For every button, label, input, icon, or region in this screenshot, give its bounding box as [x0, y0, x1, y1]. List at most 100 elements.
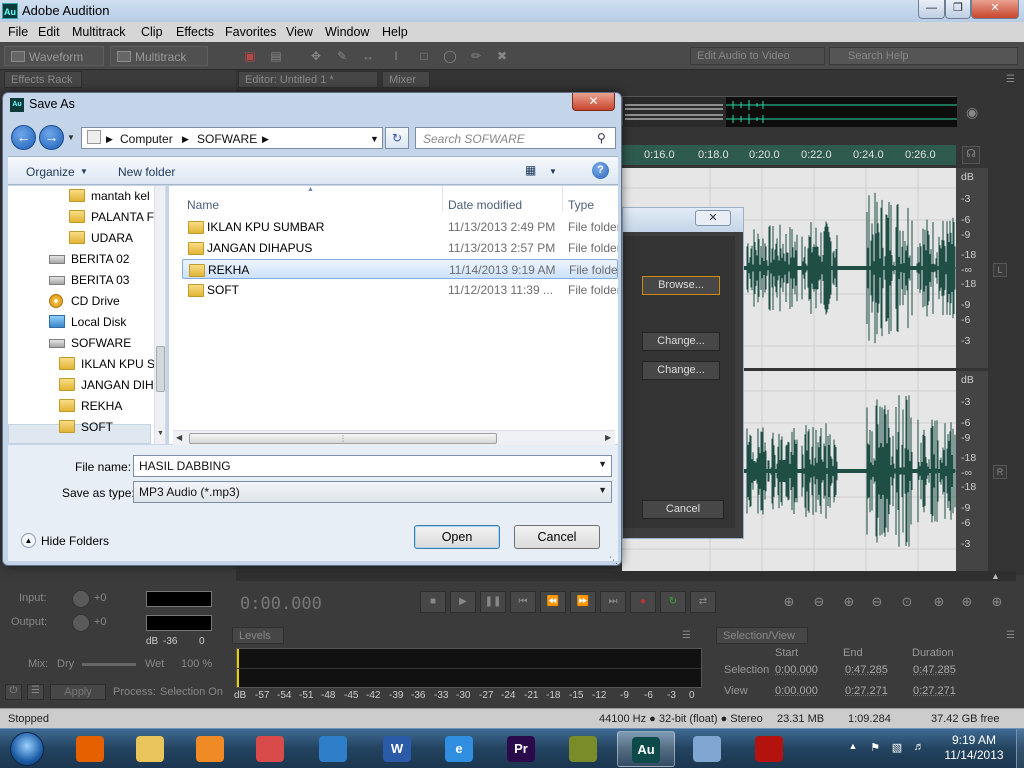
taskbar-app-button[interactable] [555, 731, 613, 767]
taskbar-app-button[interactable]: W [369, 731, 427, 767]
taskbar-app-button[interactable] [182, 731, 240, 767]
view-options-icon[interactable]: ▦ [525, 163, 536, 177]
zoom-in-point-icon[interactable]: ⊕ [928, 594, 950, 612]
zoom-selection-out-icon[interactable]: ⊕ [986, 594, 1008, 612]
menu-window[interactable]: Window [325, 25, 369, 39]
fast-forward-button[interactable]: ⏩ [570, 591, 596, 613]
background-dialog-close-icon[interactable]: ✕ [695, 210, 731, 226]
levels-tab[interactable]: Levels [232, 627, 284, 644]
selection-menu-icon[interactable]: ☰ [1006, 630, 1015, 641]
forward-button[interactable]: → [39, 125, 64, 150]
zoom-navigator-icon[interactable]: ◉ [966, 104, 978, 121]
file-row-soft[interactable]: SOFT 11/12/2013 11:39 ... File folder [182, 280, 618, 300]
overview-waveform[interactable] [622, 96, 957, 127]
menu-multitrack[interactable]: Multitrack [72, 25, 125, 39]
scroll-left-icon[interactable]: ◀ [176, 433, 182, 442]
loop-button[interactable]: ↻ [660, 591, 686, 613]
taskbar-app-button[interactable] [242, 731, 300, 767]
slip-tool-icon[interactable]: ↔ [360, 49, 376, 63]
taskbar-app-button[interactable] [741, 731, 799, 767]
multitrack-view-button[interactable]: Multitrack [110, 46, 208, 66]
taskbar-app-button[interactable]: e [431, 731, 489, 767]
nav-scroll-thumb[interactable] [156, 346, 165, 392]
back-button[interactable]: ← [11, 125, 36, 150]
file-row-rekha[interactable]: REKHA 11/14/2013 9:19 AM File folder [182, 259, 618, 279]
left-channel-toggle[interactable]: L [993, 263, 1007, 277]
taskbar-app-button[interactable] [679, 731, 737, 767]
power-icon[interactable]: ⏻ [5, 684, 22, 700]
change-button-2[interactable]: Change... [642, 361, 720, 380]
resize-grip-icon[interactable]: ⋱ [609, 555, 618, 566]
column-header-type[interactable]: Type [563, 186, 618, 212]
new-folder-button[interactable]: New folder [118, 165, 175, 179]
process-select[interactable]: Selection On [160, 686, 226, 698]
show-desktop-button[interactable] [1016, 729, 1024, 768]
save-as-type-dropdown-icon[interactable]: ▼ [598, 485, 607, 495]
marquee-tool-icon[interactable]: □ [416, 49, 432, 63]
go-to-end-button[interactable]: ⏭ [600, 591, 626, 613]
file-row-jangan[interactable]: JANGAN DIHAPUS 11/13/2013 2:57 PM File f… [182, 238, 618, 258]
zoom-out-time-icon[interactable]: ⊖ [866, 594, 888, 612]
razor-tool-icon[interactable]: ✎ [334, 49, 350, 63]
view-end[interactable]: 0:27.271 [845, 685, 888, 697]
taskbar-clock[interactable]: 9:19 AM 11/14/2013 [935, 733, 1013, 763]
record-spectral-icon[interactable]: ▣ [242, 49, 258, 63]
action-center-flag-icon[interactable]: ⚑ [868, 741, 882, 755]
zoom-out-full-icon[interactable]: ⊙ [896, 594, 918, 612]
change-button-1[interactable]: Change... [642, 332, 720, 351]
rack-list-icon[interactable]: ☰ [27, 684, 44, 700]
maximize-button[interactable]: ❐ [945, 0, 971, 19]
menu-view[interactable]: View [286, 25, 313, 39]
search-help-input[interactable]: Search Help [829, 47, 1018, 65]
scroll-up-icon[interactable]: ▲ [991, 571, 1000, 581]
open-button[interactable]: Open [414, 525, 500, 549]
selection-view-tab[interactable]: Selection/View [716, 627, 808, 644]
menu-file[interactable]: File [8, 25, 28, 39]
menu-effects[interactable]: Effects [176, 25, 214, 39]
record-button[interactable]: ● [630, 591, 656, 613]
minimize-button[interactable]: — [918, 0, 945, 19]
organize-button[interactable]: Organize [26, 165, 75, 179]
breadcrumb-computer[interactable]: Computer [120, 132, 173, 146]
network-icon[interactable]: ▧ [890, 741, 904, 755]
start-button[interactable] [4, 731, 50, 767]
file-name-input[interactable]: HASIL DABBING ▼ [133, 455, 612, 477]
waveform-view-button[interactable]: Waveform [4, 46, 104, 66]
lasso-tool-icon[interactable]: ◯ [442, 49, 458, 63]
zoom-in-amplitude-icon[interactable]: ⊕ [778, 594, 800, 612]
spot-healing-tool-icon[interactable]: ✖ [494, 49, 510, 63]
pause-button[interactable]: ❚❚ [480, 591, 506, 613]
search-input[interactable]: Search SOFWARE [415, 127, 616, 149]
taskbar-app-button[interactable] [122, 731, 180, 767]
timeline-ruler[interactable]: 0:16.0 0:18.0 0:20.0 0:22.0 0:24.0 0:26.… [622, 145, 956, 165]
edit-audio-to-video-button[interactable]: Edit Audio to Video [690, 47, 825, 65]
volume-icon[interactable]: ♬ [912, 741, 926, 755]
right-channel-toggle[interactable]: R [993, 465, 1007, 479]
zoom-in-time-icon[interactable]: ⊕ [838, 594, 860, 612]
file-horizontal-scrollbar[interactable]: ◀ ⋮ ▶ [173, 430, 615, 445]
address-bar[interactable]: ▶ Computer ▶ SOFWARE ▶ ▼ [81, 127, 383, 149]
headphones-icon[interactable]: ☊ [962, 146, 980, 164]
close-button[interactable]: ✕ [971, 0, 1019, 19]
effects-rack-tab[interactable]: Effects Rack [4, 71, 82, 88]
rewind-button[interactable]: ⏪ [540, 591, 566, 613]
view-start[interactable]: 0:00.000 [775, 685, 818, 697]
view-duration[interactable]: 0:27.271 [913, 685, 956, 697]
selection-start[interactable]: 0:00.000 [775, 664, 818, 676]
panel-menu-icon[interactable]: ☰ [1006, 74, 1015, 85]
mix-slider[interactable] [82, 663, 136, 666]
horizontal-scroll-thumb[interactable]: ⋮ [189, 433, 497, 444]
menu-help[interactable]: Help [382, 25, 408, 39]
brush-tool-icon[interactable]: ✏ [468, 49, 484, 63]
selection-end[interactable]: 0:47.285 [845, 664, 888, 676]
nav-scrollbar[interactable]: ▼ [154, 186, 165, 444]
skip-selection-button[interactable]: ⇄ [690, 591, 716, 613]
zoom-selection-icon[interactable]: ⊕ [956, 594, 978, 612]
breadcrumb-sofware[interactable]: SOFWARE [197, 132, 257, 146]
zoom-out-amplitude-icon[interactable]: ⊖ [808, 594, 830, 612]
spectral-display-icon[interactable]: ▤ [268, 49, 284, 63]
move-tool-icon[interactable]: ✥ [308, 49, 324, 63]
save-as-type-select[interactable]: MP3 Audio (*.mp3) ▼ [133, 481, 612, 503]
view-dropdown-icon[interactable]: ▼ [549, 167, 557, 176]
go-to-start-button[interactable]: ⏮ [510, 591, 536, 613]
